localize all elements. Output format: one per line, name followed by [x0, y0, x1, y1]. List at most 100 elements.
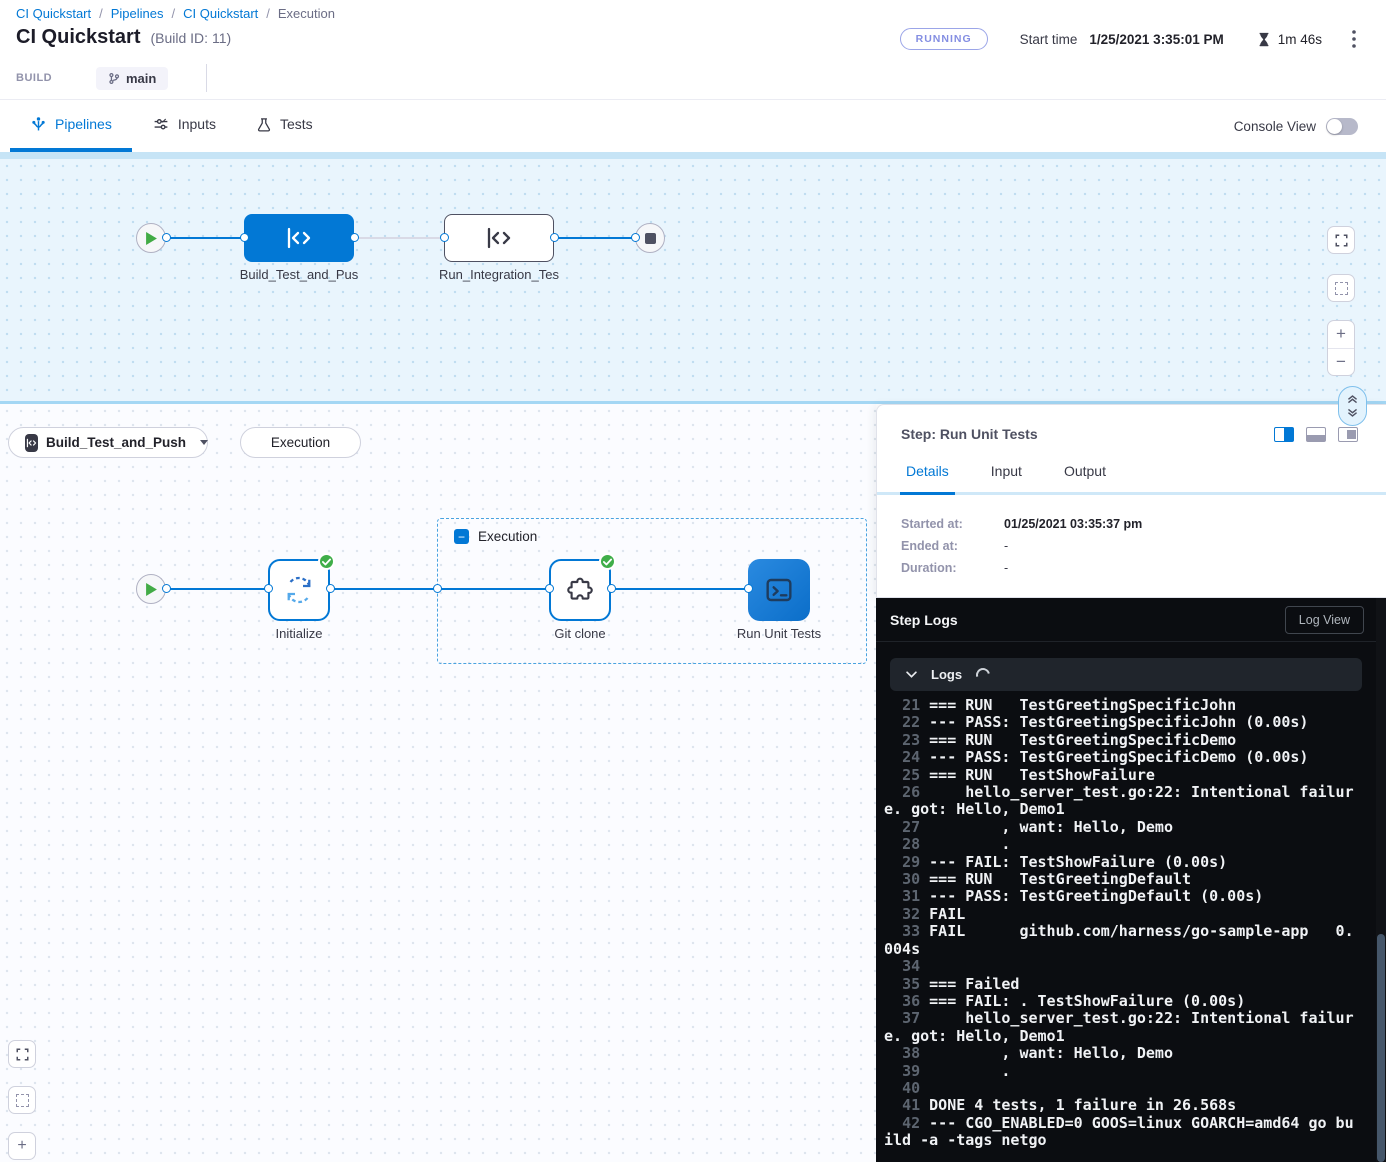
zoom-controls: + − [1327, 320, 1355, 376]
step-node-git-clone[interactable] [549, 559, 611, 621]
branch-chip[interactable]: main [96, 67, 168, 90]
build-section-label: BUILD [16, 72, 78, 84]
execution-view-button[interactable]: Execution [240, 427, 361, 458]
step-details-panel: Step: Run Unit Tests Details Input Outpu… [876, 404, 1386, 598]
selection-icon [16, 1094, 29, 1107]
execution-page: CI Quickstart / Pipelines / CI Quickstar… [0, 0, 1386, 1162]
detail-value: 01/25/2021 03:35:37 pm [1004, 517, 1142, 531]
stage-node-run-integration-tests[interactable] [444, 214, 554, 262]
flask-icon [256, 116, 272, 133]
detail-row: Started at: 01/25/2021 03:35:37 pm [901, 517, 1142, 531]
success-check-icon [318, 553, 335, 570]
execution-canvas[interactable]: Build_Test_and_Push Execution − Executio… [0, 404, 876, 1162]
stage-type-icon [25, 434, 38, 452]
log-line: 37 hello_server_test.go:22: Intentional … [884, 1010, 1354, 1045]
loading-spinner-icon [974, 665, 993, 684]
panel-resize-control[interactable] [1338, 386, 1367, 426]
step-label: Initialize [239, 626, 359, 641]
tab-label: Inputs [178, 116, 216, 132]
pipeline-canvas[interactable]: Build_Test_and_Pus Run_Integration_Tes +… [0, 159, 1386, 401]
step-detail-rows: Started at: 01/25/2021 03:35:37 pm Ended… [901, 517, 1142, 575]
layout-right-icon[interactable] [1338, 427, 1358, 442]
step-logs-panel: Step Logs Log View Logs 21 === RUN TestG… [876, 598, 1386, 1162]
log-view-button[interactable]: Log View [1285, 606, 1364, 634]
pipeline-link [554, 237, 635, 239]
layout-bottom-icon[interactable] [1306, 427, 1326, 442]
more-options-button[interactable] [1352, 30, 1356, 48]
terminal-icon [763, 574, 795, 606]
elapsed-time: 1m 46s [1278, 32, 1322, 47]
chevron-down-icon [200, 440, 208, 445]
log-line: 29 --- FAIL: TestShowFailure (0.00s) [884, 854, 1354, 871]
log-scrollbar-thumb[interactable] [1377, 934, 1385, 1162]
pipeline-icon [30, 116, 47, 133]
zoom-out-button[interactable]: − [1328, 349, 1354, 376]
log-line: 35 === Failed [884, 976, 1354, 993]
chevron-double-down-icon[interactable] [1346, 407, 1359, 420]
connector-dot [433, 584, 442, 593]
step-logs-header: Step Logs Log View [876, 598, 1386, 642]
step-logs-title: Step Logs [890, 612, 958, 628]
log-line: 40 [884, 1080, 1354, 1097]
breadcrumb-separator: / [99, 6, 103, 21]
play-icon [146, 583, 157, 596]
log-line: 41 DONE 4 tests, 1 failure in 26.568s [884, 1097, 1354, 1114]
console-view-toggle[interactable] [1326, 118, 1358, 135]
tab-inputs[interactable]: Inputs [132, 100, 236, 152]
stage-selector-dropdown[interactable]: Build_Test_and_Push [8, 427, 208, 458]
stage-execution-section: Build_Test_and_Push Execution − Executio… [0, 404, 1386, 1162]
detail-label: Ended at: [901, 539, 1004, 553]
step-node-run-unit-tests[interactable] [748, 559, 810, 621]
tab-details[interactable]: Details [906, 463, 949, 492]
page-title: CI Quickstart [16, 26, 140, 49]
divider [206, 64, 207, 92]
detail-label: Started at: [901, 517, 1004, 531]
view-tabs: Pipelines Inputs Tests Console Vi [0, 100, 1386, 152]
log-scrollbar[interactable] [1376, 598, 1386, 1162]
page-header: CI Quickstart / Pipelines / CI Quickstar… [0, 0, 1386, 100]
breadcrumb-link[interactable]: CI Quickstart [16, 6, 91, 21]
fullscreen-button[interactable] [8, 1040, 36, 1068]
start-time-value: 1/25/2021 3:35:01 PM [1089, 32, 1223, 47]
tab-accent-strip [0, 152, 1386, 159]
zoom-in-button[interactable]: + [8, 1132, 36, 1160]
breadcrumb-link[interactable]: CI Quickstart [183, 6, 258, 21]
stage-node-build-test-and-push[interactable] [244, 214, 354, 262]
sync-icon [283, 574, 315, 606]
breadcrumb-separator: / [172, 6, 176, 21]
layout-split-right-icon[interactable] [1274, 427, 1294, 442]
step-node-initialize[interactable] [268, 559, 330, 621]
log-line: 26 hello_server_test.go:22: Intentional … [884, 784, 1354, 819]
logs-section-toggle[interactable]: Logs [890, 658, 1362, 691]
chevron-down-icon [906, 671, 917, 678]
tab-output[interactable]: Output [1064, 463, 1106, 492]
collapse-group-button[interactable]: − [454, 529, 469, 544]
connector-dot [607, 584, 616, 593]
detail-label: Duration: [901, 561, 1004, 575]
log-lines: 21 === RUN TestGreetingSpecificJohn 22 -… [884, 697, 1354, 1150]
zoom-in-button[interactable]: + [1328, 321, 1354, 349]
log-line: 32 FAIL [884, 906, 1354, 923]
fit-to-view-button[interactable] [8, 1086, 36, 1114]
execution-link [611, 588, 748, 590]
fullscreen-button[interactable] [1327, 226, 1355, 254]
tab-input[interactable]: Input [991, 463, 1022, 492]
stage-label: Build_Test_and_Pus [204, 267, 394, 282]
breadcrumb-link[interactable]: Pipelines [111, 6, 164, 21]
tab-label: Tests [280, 116, 313, 132]
connector-dot [240, 233, 249, 242]
tab-pipelines[interactable]: Pipelines [10, 100, 132, 152]
log-line: 28 . [884, 836, 1354, 853]
chevron-double-up-icon[interactable] [1346, 392, 1359, 405]
connector-dot [744, 584, 753, 593]
git-branch-icon [108, 72, 120, 85]
breadcrumb-separator: / [266, 6, 270, 21]
tab-label: Pipelines [55, 116, 112, 132]
fit-to-view-button[interactable] [1327, 274, 1355, 302]
stop-icon [645, 233, 656, 244]
tab-tests[interactable]: Tests [236, 100, 333, 152]
log-line: 24 --- PASS: TestGreetingSpecificDemo (0… [884, 749, 1354, 766]
connector-dot [350, 233, 359, 242]
connector-dot [440, 233, 449, 242]
log-line: 38 , want: Hello, Demo [884, 1045, 1354, 1062]
